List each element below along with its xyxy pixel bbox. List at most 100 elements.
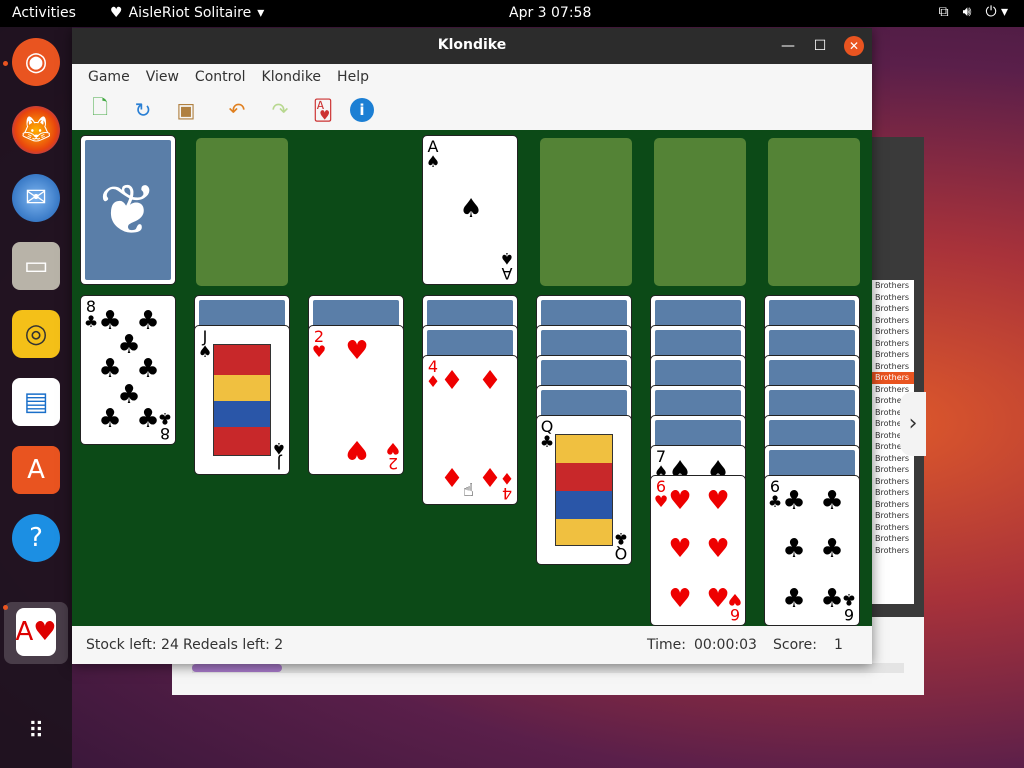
card-rank: Q ♣: [613, 529, 629, 563]
foundation-card[interactable]: A ♠ A ♠ ♠: [422, 135, 518, 285]
close-button[interactable]: ✕: [844, 36, 864, 56]
list-item[interactable]: Brothers: [872, 349, 914, 361]
title-bar[interactable]: Klondike — ☐ ✕: [72, 28, 872, 64]
libreoffice-writer-icon[interactable]: ▤: [12, 378, 60, 426]
tableau-card[interactable]: 2 ♥ 2 ♥ ♥ ♥: [308, 325, 404, 475]
scrollbar-track[interactable]: [192, 663, 904, 673]
new-game-icon[interactable]: 🗋: [84, 94, 116, 126]
help-icon[interactable]: ?: [12, 514, 60, 562]
thunderbird-icon[interactable]: ✉: [12, 174, 60, 222]
heart-icon: ♥: [668, 486, 692, 516]
app-name: AisleRiot Solitaire: [128, 5, 252, 21]
club-icon: ♣: [782, 584, 806, 614]
tableau-card[interactable]: 4 ♦ 4 ♦ ♦ ♦ ♦ ♦ ☝: [422, 355, 518, 505]
hint-icon[interactable]: 🂱: [307, 94, 339, 126]
volume-icon: 🔊︎: [962, 4, 972, 20]
tableau-card[interactable]: Q ♣ Q ♣: [536, 415, 632, 565]
diamond-icon: ♦: [440, 366, 464, 396]
deal-icon[interactable]: ▣: [170, 94, 202, 126]
card-rank: Q ♣: [539, 417, 555, 451]
show-apps-icon[interactable]: ⠿: [12, 707, 60, 755]
stock-pile[interactable]: ❦: [80, 135, 176, 285]
heart-icon: ♥: [345, 434, 369, 464]
list-item[interactable]: Brothers: [872, 545, 914, 557]
heart-icon: ♥: [110, 5, 123, 21]
menu-control[interactable]: Control: [187, 69, 254, 85]
diamond-icon: ♦: [440, 464, 464, 494]
tableau-card[interactable]: 6 ♥ 6 ♥ ♥ ♥ ♥ ♥ ♥ ♥: [650, 475, 746, 626]
toolbar: 🗋 ↻ ▣ ↶ ↷ 🂱 i: [72, 90, 872, 130]
waste-slot[interactable]: [196, 138, 288, 286]
activities-button[interactable]: Activities: [12, 5, 76, 21]
top-bar: Activities ♥ AisleRiot Solitaire ▾ Apr 3…: [0, 0, 1024, 27]
heart-icon: ♥: [668, 584, 692, 614]
klondike-window: Klondike — ☐ ✕ Game View Control Klondik…: [72, 28, 872, 664]
tableau-card[interactable]: 6 ♣ 6 ♣ ♣ ♣ ♣ ♣ ♣ ♣: [764, 475, 860, 626]
aisleriot-icon[interactable]: A♥: [15, 608, 57, 656]
club-icon: ♣: [136, 404, 160, 434]
menu-help[interactable]: Help: [329, 69, 377, 85]
app-menu[interactable]: ♥ AisleRiot Solitaire ▾: [110, 5, 264, 21]
gnome-foot-icon: ❦: [85, 140, 171, 280]
chevron-down-icon: ▾: [257, 5, 265, 21]
list-item[interactable]: Brothers: [872, 372, 914, 384]
list-item[interactable]: Brothers: [872, 280, 914, 292]
card-rank: A ♠: [425, 137, 441, 171]
card-rank: J ♠: [197, 327, 213, 361]
menu-klondike[interactable]: Klondike: [254, 69, 330, 85]
files-icon[interactable]: ▭: [12, 242, 60, 290]
club-icon: ♣: [136, 354, 160, 384]
list-item[interactable]: Brothers: [872, 315, 914, 327]
game-table[interactable]: ❦ A♠ A♠ ♠ 8♣ 8♣ ♣ ♣ ♣ ♣ ♣ ♣ ♣ ♣ J♠: [72, 130, 872, 626]
heart-icon: ♥: [706, 486, 730, 516]
system-tray[interactable]: ⧉ 🔊︎ ⏻ ▾: [939, 4, 1008, 20]
list-item[interactable]: Brothers: [872, 487, 914, 499]
score-label: Score:: [773, 637, 817, 653]
club-icon: ♣: [820, 584, 844, 614]
list-item[interactable]: Brothers: [872, 464, 914, 476]
card-rank: J ♠: [271, 439, 287, 473]
list-item[interactable]: Brothers: [872, 476, 914, 488]
queen-face-art: [555, 434, 613, 546]
time-value: 00:00:03: [694, 637, 757, 653]
undo-icon[interactable]: ↶: [221, 94, 253, 126]
minimize-button[interactable]: —: [778, 36, 798, 56]
firefox-icon[interactable]: 🦊︎: [12, 106, 60, 154]
list-item[interactable]: Brothers: [872, 303, 914, 315]
card-rank: A ♠: [499, 249, 515, 283]
menu-game[interactable]: Game: [80, 69, 138, 85]
list-item[interactable]: Brothers: [872, 326, 914, 338]
waste-card[interactable]: 8 ♣ 8 ♣ ♣ ♣ ♣ ♣ ♣ ♣ ♣ ♣: [80, 295, 176, 445]
club-icon: ♣: [820, 534, 844, 564]
club-icon: ♣: [98, 354, 122, 384]
stock-left: Stock left: 24: [86, 637, 179, 653]
network-icon: ⧉: [938, 4, 949, 20]
diamond-icon: ♦: [478, 464, 502, 494]
chevron-right-icon[interactable]: ›: [900, 392, 926, 456]
list-item[interactable]: Brothers: [872, 338, 914, 350]
list-item[interactable]: Brothers: [872, 361, 914, 373]
list-item[interactable]: Brothers: [872, 533, 914, 545]
foundation-slot[interactable]: [540, 138, 632, 286]
foundation-slot[interactable]: [654, 138, 746, 286]
list-item[interactable]: Brothers: [872, 499, 914, 511]
ubuntu-icon[interactable]: ◉: [12, 38, 60, 86]
scrollbar-thumb[interactable]: [192, 664, 282, 672]
restart-icon[interactable]: ↻: [127, 94, 159, 126]
software-center-icon[interactable]: A: [12, 446, 60, 494]
club-icon: ♣: [820, 486, 844, 516]
tableau-card[interactable]: J ♠ J ♠: [194, 325, 290, 475]
running-indicator: [3, 61, 8, 66]
maximize-button[interactable]: ☐: [810, 36, 830, 56]
list-item[interactable]: Brothers: [872, 292, 914, 304]
rhythmbox-icon[interactable]: ◎: [12, 310, 60, 358]
foundation-slot[interactable]: [768, 138, 860, 286]
menu-view[interactable]: View: [138, 69, 187, 85]
score-value: 1: [834, 637, 843, 653]
card-rank: 2 ♥: [311, 327, 327, 361]
list-item[interactable]: Brothers: [872, 522, 914, 534]
info-icon[interactable]: i: [350, 98, 374, 122]
redo-icon[interactable]: ↷: [264, 94, 296, 126]
list-item[interactable]: Brothers: [872, 510, 914, 522]
clock[interactable]: Apr 3 07:58: [509, 5, 591, 21]
